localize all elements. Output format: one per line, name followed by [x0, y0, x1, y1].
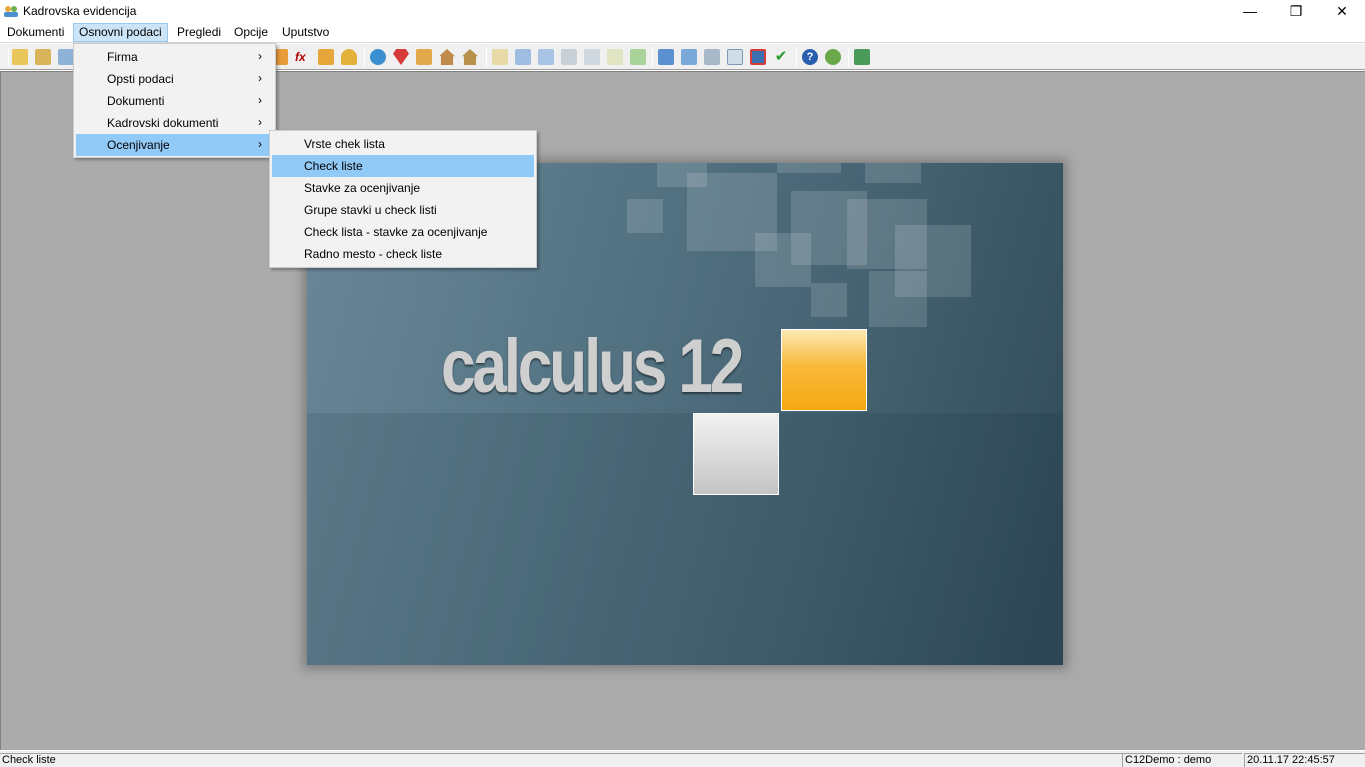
worker-icon[interactable]	[318, 49, 334, 65]
menu-item-label: Kadrovski dokumenti	[107, 116, 219, 130]
menu-uputstvo[interactable]: Uputstvo	[276, 23, 335, 42]
submenu-item-radno-mesto[interactable]: Radno mesto - check liste	[272, 243, 534, 265]
toolbar-separator	[8, 47, 9, 67]
calendar-icon[interactable]	[750, 49, 766, 65]
toolbar-separator	[652, 47, 653, 67]
diamond-icon[interactable]	[393, 49, 409, 65]
submenu-item-label: Grupe stavki u check listi	[304, 203, 437, 217]
calculus-logo-text: calculus 12	[441, 324, 744, 409]
submenu-item-check-liste[interactable]: Check liste	[272, 155, 534, 177]
window-title: Kadrovska evidencija	[23, 4, 137, 18]
key-icon[interactable]	[58, 49, 74, 65]
help-icon[interactable]: ?	[802, 49, 818, 65]
report-info-icon[interactable]	[515, 49, 531, 65]
chevron-right-icon: ›	[258, 137, 262, 151]
title-bar: Kadrovska evidencija — ❐ ✕	[0, 0, 1365, 22]
menu-osnovni-podaci[interactable]: Osnovni podaci	[73, 23, 168, 42]
tag-icon[interactable]	[561, 49, 577, 65]
layout-icon[interactable]	[658, 49, 674, 65]
report-icon[interactable]	[492, 49, 508, 65]
submenu-item-label: Stavke za ocenjivanje	[304, 181, 421, 195]
status-datetime: 20.11.17 22:45:57	[1244, 753, 1365, 767]
mdi-client-area: calculus 12	[0, 71, 1365, 750]
submenu-item-stavke-za-ocenjivanje[interactable]: Stavke za ocenjivanje	[272, 177, 534, 199]
menu-item-opsti-podaci[interactable]: Opsti podaci ›	[76, 68, 273, 90]
menu-item-label: Ocenjivanje	[107, 138, 170, 152]
person-icon[interactable]	[341, 49, 357, 65]
network-icon[interactable]	[704, 49, 720, 65]
close-button[interactable]: ✕	[1319, 0, 1365, 22]
submenu-item-vrste-chek-lista[interactable]: Vrste chek lista	[272, 133, 534, 155]
menu-opcije[interactable]: Opcije	[228, 23, 274, 42]
logo-grey-square	[693, 413, 779, 495]
osnovni-podaci-menu: Firma › Opsti podaci › Dokumenti › Kadro…	[73, 43, 276, 158]
menu-dokumenti[interactable]: Dokumenti	[1, 23, 70, 42]
menu-item-label: Opsti podaci	[107, 72, 174, 86]
toolbar-separator	[486, 47, 487, 67]
logo-orange-square	[781, 329, 867, 411]
fx-icon[interactable]: fx	[295, 49, 311, 65]
menu-item-ocenjivanje[interactable]: Ocenjivanje ›	[76, 134, 273, 156]
menu-item-label: Dokumenti	[107, 94, 165, 108]
submenu-item-grupe-stavki[interactable]: Grupe stavki u check listi	[272, 199, 534, 221]
checkmark-icon[interactable]: ✔	[773, 49, 789, 65]
menu-pregledi[interactable]: Pregledi	[171, 23, 227, 42]
report-cards-icon[interactable]	[538, 49, 554, 65]
list-add-icon[interactable]	[630, 49, 646, 65]
menu-item-label: Firma	[107, 50, 138, 64]
menu-item-dokumenti[interactable]: Dokumenti ›	[76, 90, 273, 112]
maximize-button[interactable]: ❐	[1273, 0, 1319, 22]
toolbar-separator	[796, 47, 797, 67]
status-message: Check liste	[0, 753, 1122, 767]
monitor-icon[interactable]	[727, 49, 743, 65]
chevron-right-icon: ›	[258, 49, 262, 63]
toolbar-separator	[848, 47, 849, 67]
tag-outline-icon[interactable]	[584, 49, 600, 65]
house-outline-icon[interactable]	[462, 49, 478, 65]
chevron-right-icon: ›	[258, 93, 262, 107]
minimize-button[interactable]: —	[1227, 0, 1273, 22]
open-folder-icon[interactable]	[12, 49, 28, 65]
submenu-item-label: Vrste chek lista	[304, 137, 385, 151]
status-bar: Check liste C12Demo : demo 20.11.17 22:4…	[0, 750, 1365, 767]
app-icon	[4, 6, 18, 17]
menu-item-firma[interactable]: Firma ›	[76, 46, 273, 68]
submenu-item-label: Radno mesto - check liste	[304, 247, 443, 261]
exit-icon[interactable]	[854, 49, 870, 65]
globe-icon[interactable]	[370, 49, 386, 65]
status-user: C12Demo : demo	[1122, 753, 1242, 767]
submenu-item-label: Check liste	[304, 159, 363, 173]
document-icon[interactable]	[35, 49, 51, 65]
chevron-right-icon: ›	[258, 71, 262, 85]
chevron-right-icon: ›	[258, 115, 262, 129]
tools-icon[interactable]	[825, 49, 841, 65]
menu-item-kadrovski-dokumenti[interactable]: Kadrovski dokumenti ›	[76, 112, 273, 134]
edit-icon[interactable]	[416, 49, 432, 65]
submenu-item-check-lista-stavke[interactable]: Check lista - stavke za ocenjivanje	[272, 221, 534, 243]
list-icon[interactable]	[607, 49, 623, 65]
table-icon[interactable]	[681, 49, 697, 65]
submenu-item-label: Check lista - stavke za ocenjivanje	[304, 225, 488, 239]
toolbar-separator	[364, 47, 365, 67]
menu-bar: Dokumenti Osnovni podaci Pregledi Opcije…	[0, 22, 1365, 43]
ocenjivanje-submenu: Vrste chek lista Check liste Stavke za o…	[269, 130, 537, 268]
house-icon[interactable]	[439, 49, 455, 65]
